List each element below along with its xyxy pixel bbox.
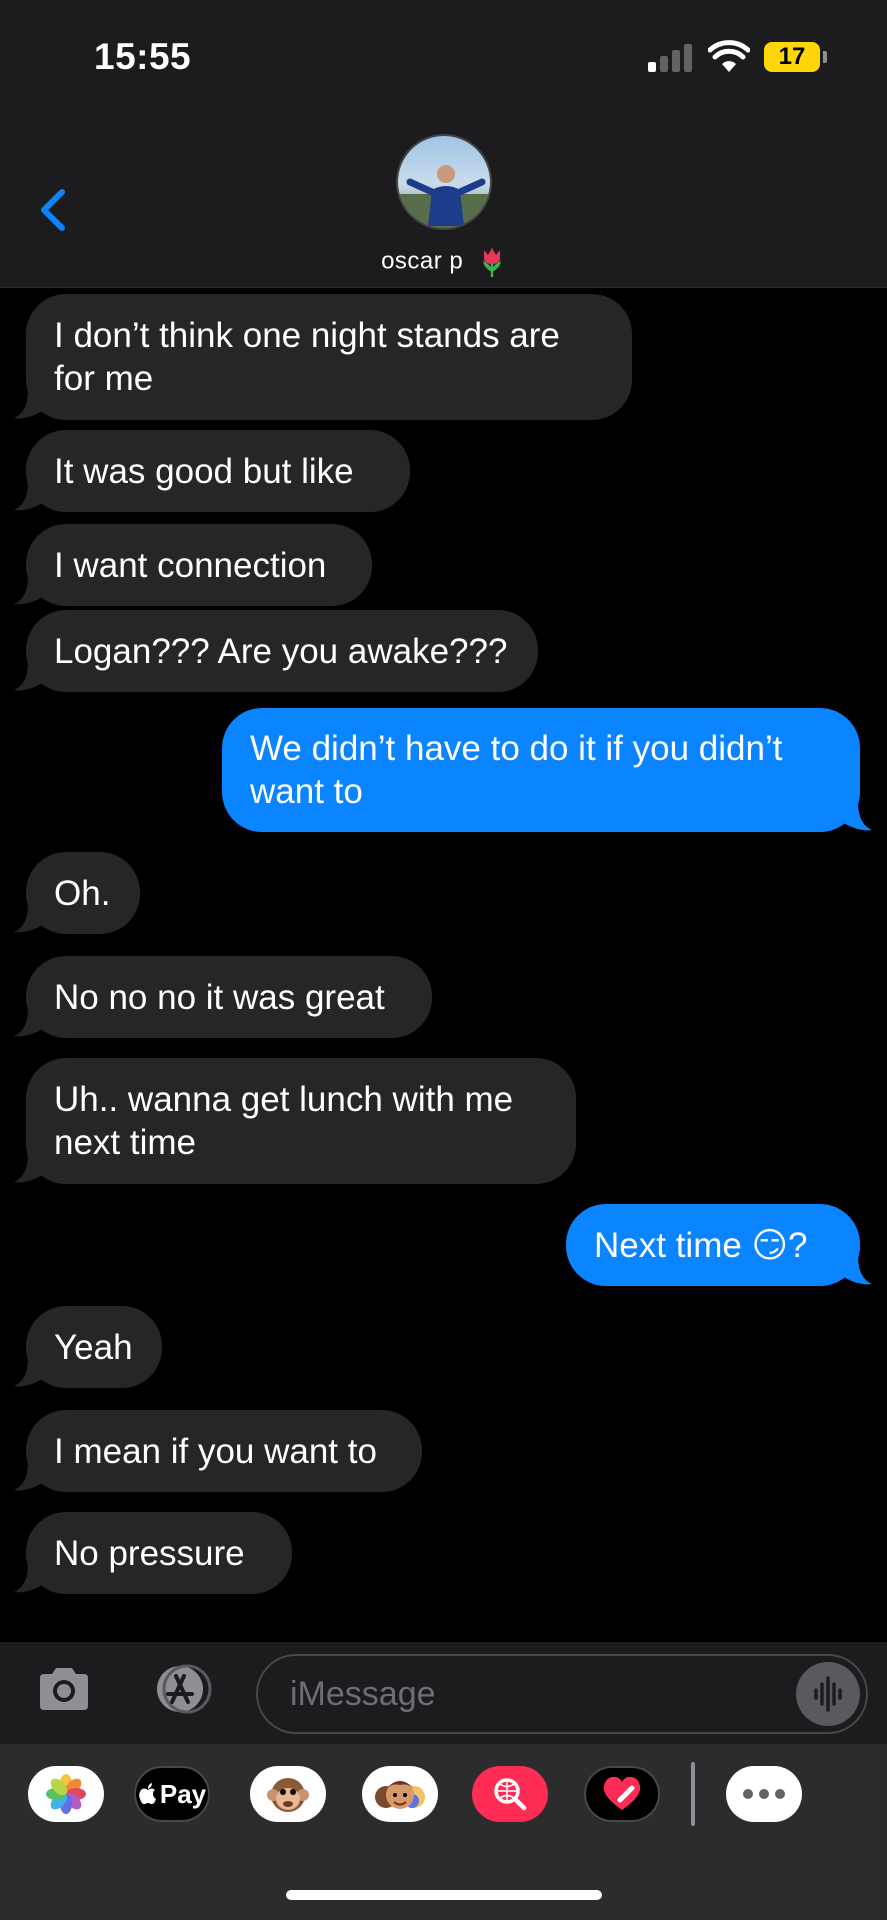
cellular-signal-icon: [648, 44, 692, 72]
bubble-tail: [14, 576, 44, 605]
incoming-message[interactable]: Yeah: [26, 1306, 162, 1388]
battery-level: 17: [778, 43, 806, 70]
outgoing-message[interactable]: Next time 😏?: [566, 1204, 860, 1286]
bubble-tail: [14, 482, 44, 511]
incoming-message[interactable]: Logan??? Are you awake???: [26, 610, 538, 692]
memoji-icon[interactable]: [362, 1766, 438, 1822]
more-icon[interactable]: [726, 1766, 802, 1822]
waveform-icon: [814, 1676, 842, 1712]
battery-indicator: 17: [764, 42, 820, 72]
incoming-message[interactable]: I want connection: [26, 524, 372, 606]
incoming-message[interactable]: I don’t think one night stands are for m…: [26, 294, 632, 420]
wifi-icon: [708, 40, 750, 72]
image-search-icon[interactable]: [472, 1766, 548, 1822]
apple-logo-icon: [139, 1783, 156, 1805]
message-thread[interactable]: I don’t think one night stands are for m…: [0, 290, 887, 1640]
digital-touch-icon[interactable]: [584, 1766, 660, 1822]
bubble-tail: [842, 1256, 872, 1285]
compose-bar: iMessage: [0, 1642, 887, 1744]
bubble-tail: [14, 1154, 44, 1183]
photos-icon[interactable]: [28, 1766, 104, 1822]
animoji-icon[interactable]: [250, 1766, 326, 1822]
contact-name-row[interactable]: oscar p: [0, 246, 887, 278]
status-time: 15:55: [94, 36, 192, 77]
bubble-tail: [14, 390, 44, 419]
bubble-tail: [14, 662, 44, 691]
contact-avatar[interactable]: [396, 134, 492, 230]
bubble-tail: [14, 1462, 44, 1491]
incoming-message[interactable]: No pressure: [26, 1512, 292, 1594]
status-bar: 15:55 17: [0, 0, 887, 110]
outgoing-message[interactable]: We didn’t have to do it if you didn’t wa…: [222, 708, 860, 832]
bubble-tail: [842, 802, 872, 831]
bubble-tail: [14, 1358, 44, 1387]
incoming-message[interactable]: It was good but like: [26, 430, 410, 512]
incoming-message[interactable]: No no no it was great: [26, 956, 432, 1038]
home-indicator[interactable]: [286, 1890, 602, 1900]
apple-pay-label: Pay: [159, 1778, 207, 1809]
app-store-icon[interactable]: [142, 1664, 218, 1714]
contact-name: oscar p: [381, 247, 464, 275]
bubble-tail: [14, 904, 44, 933]
incoming-message[interactable]: I mean if you want to: [26, 1410, 422, 1492]
incoming-message[interactable]: Uh.. wanna get lunch with me next time: [26, 1058, 576, 1184]
camera-icon[interactable]: [36, 1664, 92, 1714]
battery-nub: [823, 51, 827, 63]
bubble-tail: [14, 1564, 44, 1593]
apple-pay-icon[interactable]: Pay: [134, 1766, 210, 1822]
app-strip-divider: [691, 1762, 695, 1826]
message-input-placeholder: iMessage: [290, 1675, 436, 1713]
message-input[interactable]: iMessage: [256, 1654, 868, 1734]
back-chevron-icon[interactable]: [34, 182, 74, 238]
tulip-icon: [482, 248, 501, 277]
bubble-tail: [14, 1008, 44, 1037]
audio-message-button[interactable]: [796, 1662, 860, 1726]
conversation-header: oscar p: [0, 110, 887, 288]
